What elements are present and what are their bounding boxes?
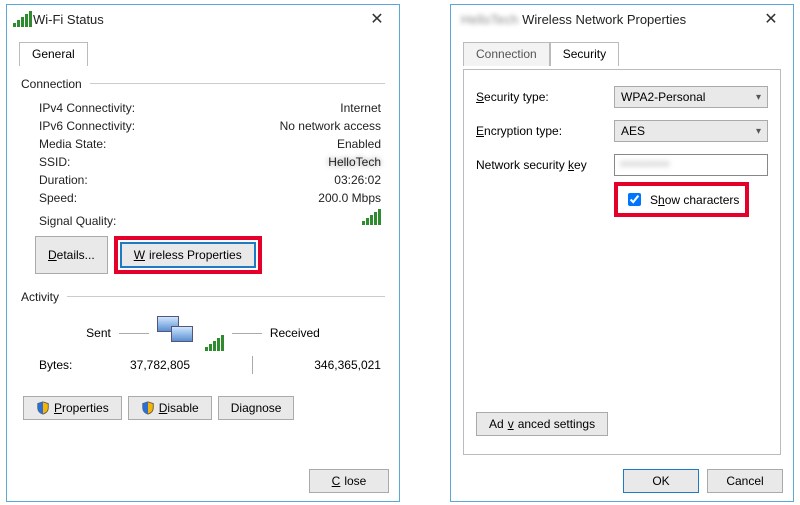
bytes-sent-value: 37,782,805 (130, 358, 190, 372)
sent-label: Sent (86, 326, 111, 340)
duration-label: Duration: (39, 173, 88, 187)
connection-group: Connection (21, 73, 385, 93)
shield-icon (36, 401, 50, 415)
speed-label: Speed: (39, 191, 77, 205)
disable-button[interactable]: Disable (128, 396, 212, 420)
media-state-value: Enabled (337, 137, 381, 151)
bytes-received-value: 346,365,021 (314, 358, 381, 372)
speed-value: 200.0 Mbps (318, 191, 381, 205)
media-state-label: Media State: (39, 137, 106, 151)
close-icon[interactable]: ✕ (359, 7, 395, 31)
network-key-label: Network security key (476, 158, 606, 172)
titlebar: Wi-Fi Status ✕ (7, 5, 399, 33)
received-label: Received (270, 326, 320, 340)
activity-group: Activity (21, 286, 385, 306)
tab-general[interactable]: General (19, 42, 88, 66)
close-button[interactable]: Close (309, 469, 389, 493)
chevron-down-icon: ▾ (756, 126, 761, 137)
highlight-wireless-properties: Wireless Properties (114, 236, 262, 274)
show-characters-label[interactable]: Show characters (650, 193, 739, 207)
properties-button[interactable]: Properties (23, 396, 122, 420)
details-button[interactable]: Details... (35, 236, 108, 274)
advanced-settings-button[interactable]: Advanced settings (476, 412, 608, 436)
network-key-input[interactable]: •••••••• (614, 154, 768, 176)
ipv4-label: IPv4 Connectivity: (39, 101, 135, 115)
wireless-properties-dialog: HelloTechWireless Network Properties ✕ C… (450, 4, 794, 502)
encryption-type-select[interactable]: AES▾ (614, 120, 768, 142)
activity-monitors-icon (157, 316, 197, 350)
ssid-label: SSID: (39, 155, 70, 169)
wireless-properties-button[interactable]: Wireless Properties (120, 242, 256, 268)
chevron-down-icon: ▾ (756, 92, 761, 103)
signal-quality-icon (362, 209, 381, 228)
highlight-show-characters: Show characters (614, 182, 749, 217)
show-characters-checkbox[interactable] (628, 193, 641, 206)
security-type-select[interactable]: WPA2-Personal▾ (614, 86, 768, 108)
diagnose-button[interactable]: Diagnose (218, 396, 295, 420)
signal-quality-label: Signal Quality: (39, 214, 116, 228)
security-type-label: Security type: (476, 90, 606, 104)
tab-security[interactable]: Security (550, 42, 619, 66)
activity-signal-icon (205, 335, 224, 351)
ok-button[interactable]: OK (623, 469, 699, 493)
duration-value: 03:26:02 (334, 173, 381, 187)
cancel-button[interactable]: Cancel (707, 469, 783, 493)
wifi-status-dialog: Wi-Fi Status ✕ General Connection IPv4 C… (6, 4, 400, 502)
tab-connection[interactable]: Connection (463, 42, 550, 66)
window-title: Wi-Fi Status (29, 12, 359, 27)
encryption-type-label: Encryption type: (476, 124, 606, 138)
close-icon[interactable]: ✕ (753, 7, 789, 31)
divider (252, 356, 253, 374)
bytes-label: Bytes: (39, 358, 72, 372)
wifi-signal-icon (13, 11, 29, 27)
ipv6-label: IPv6 Connectivity: (39, 119, 135, 133)
ipv6-value: No network access (280, 119, 381, 133)
shield-icon (141, 401, 155, 415)
titlebar: HelloTechWireless Network Properties ✕ (451, 5, 793, 33)
ipv4-value: Internet (340, 101, 381, 115)
window-title: HelloTechWireless Network Properties (457, 12, 753, 27)
ssid-value: HelloTech (328, 155, 381, 169)
